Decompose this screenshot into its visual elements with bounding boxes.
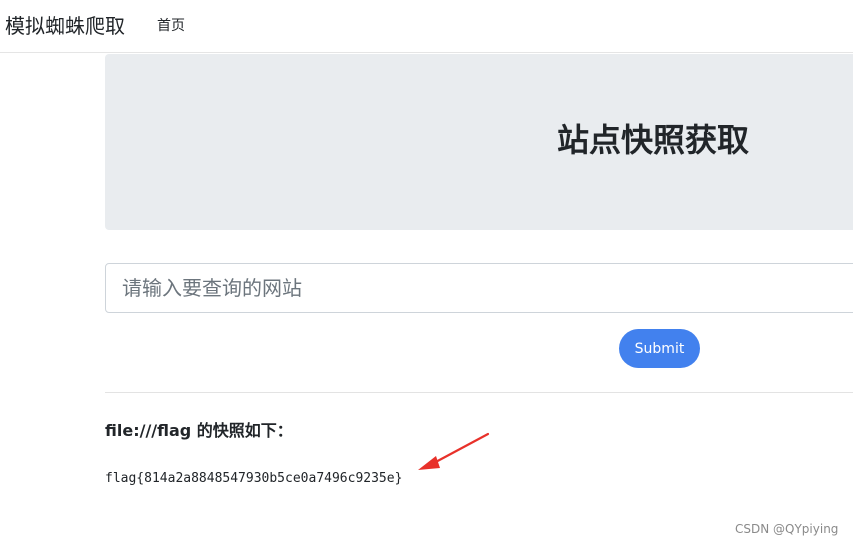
watermark: CSDN @QYpiying [735,522,839,536]
brand-title[interactable]: 模拟蜘蛛爬取 [5,12,125,40]
nav-link-home[interactable]: 首页 [157,16,185,36]
navbar: 模拟蜘蛛爬取 首页 [0,0,853,53]
result-heading: file:///flag 的快照如下： [105,421,293,440]
annotation-arrow-icon [418,432,490,470]
divider [105,392,853,393]
page-title: 站点快照获取 [557,121,750,159]
result-content: flag{814a2a8848547930b5ce0a7496c9235e} [105,471,403,486]
submit-button[interactable]: Submit [619,329,700,368]
search-input[interactable] [105,263,853,313]
